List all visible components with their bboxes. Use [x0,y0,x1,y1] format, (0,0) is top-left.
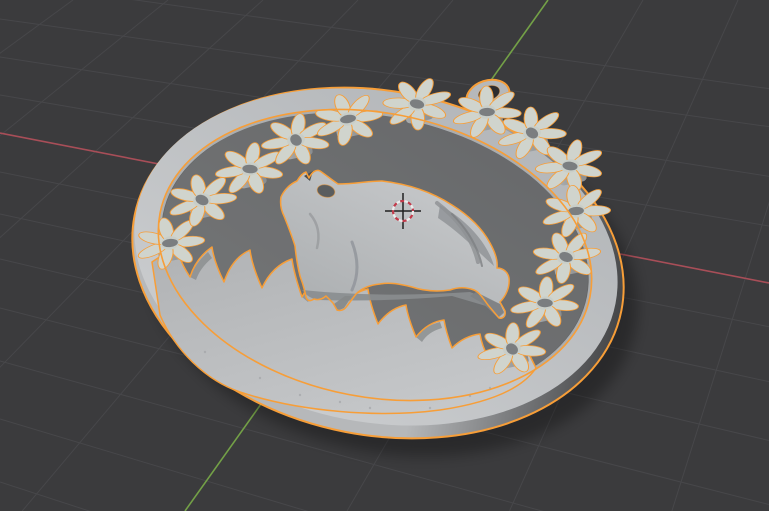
viewport-3d[interactable] [0,0,769,511]
blender-window [0,0,769,511]
